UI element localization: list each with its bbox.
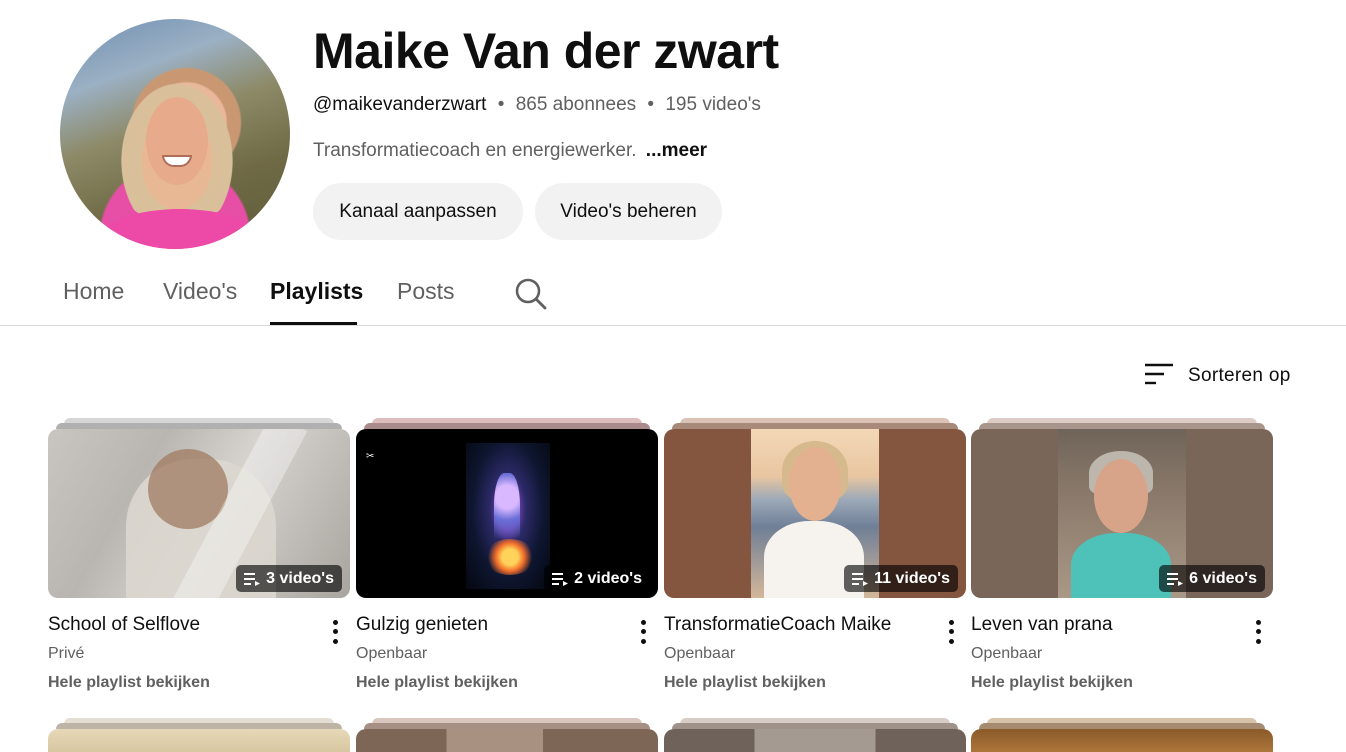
channel-avatar[interactable] (60, 19, 290, 249)
video-count-badge: 3 video's (236, 565, 342, 592)
playlist-card[interactable]: ✂ 2 video's Gulzig genieten Openbaar Hel… (356, 418, 658, 708)
playlist-thumbnail[interactable] (356, 729, 658, 752)
tab-posts[interactable]: Posts (397, 278, 455, 305)
playlist-thumbnail[interactable] (664, 729, 966, 752)
video-count-badge: 2 video's (544, 565, 650, 592)
playlist-icon (852, 572, 869, 586)
more-options-icon[interactable] (1251, 618, 1265, 646)
video-count-badge: 11 video's (844, 565, 958, 592)
channel-description: Transformatiecoach en energiewerker. ...… (313, 140, 707, 162)
playlist-icon (552, 572, 569, 586)
more-options-icon[interactable] (328, 618, 342, 646)
playlist-title[interactable]: Leven van prana (971, 614, 1113, 636)
manage-videos-button[interactable]: Video's beheren (535, 183, 722, 240)
playlist-visibility: Openbaar (664, 645, 736, 662)
tab-playlists[interactable]: Playlists (270, 278, 363, 305)
sort-button[interactable]: Sorteren op (1144, 362, 1291, 390)
sort-icon (1144, 362, 1174, 391)
playlist-card-partial[interactable] (664, 718, 966, 752)
playlist-card-partial[interactable] (971, 718, 1273, 752)
sort-label: Sorteren op (1188, 365, 1291, 386)
playlist-title[interactable]: School of Selflove (48, 614, 200, 636)
playlist-visibility: Openbaar (356, 645, 428, 662)
channel-meta: @maikevanderzwart • 865 abonnees • 195 v… (313, 94, 761, 116)
search-icon[interactable] (514, 277, 548, 311)
playlist-thumbnail[interactable]: 11 video's (664, 429, 966, 598)
playlist-card-partial[interactable] (356, 718, 658, 752)
channel-handle: @maikevanderzwart (313, 94, 487, 115)
playlist-icon (244, 572, 261, 586)
meta-separator: • (647, 94, 655, 115)
description-text: Transformatiecoach en energiewerker. (313, 140, 637, 161)
playlist-thumbnail[interactable] (971, 729, 1273, 752)
subscriber-count: 865 abonnees (515, 94, 637, 115)
playlist-title[interactable]: Gulzig genieten (356, 614, 488, 636)
playlist-thumbnail[interactable]: 6 video's (971, 429, 1273, 598)
channel-tabs: Home Video's Playlists Posts (0, 264, 1346, 326)
tab-home[interactable]: Home (63, 278, 124, 305)
more-link[interactable]: ...meer (646, 140, 707, 161)
playlist-title[interactable]: TransformatieCoach Maike (664, 614, 891, 636)
view-full-playlist-link[interactable]: Hele playlist bekijken (971, 674, 1133, 692)
playlist-thumbnail[interactable]: 3 video's (48, 429, 350, 598)
playlist-card[interactable]: 3 video's School of Selflove Privé Hele … (48, 418, 350, 708)
playlist-thumbnail[interactable] (48, 729, 350, 752)
playlist-visibility: Openbaar (971, 645, 1043, 662)
playlist-visibility: Privé (48, 645, 85, 662)
video-count-badge: 6 video's (1159, 565, 1265, 592)
edit-channel-button[interactable]: Kanaal aanpassen (313, 183, 523, 240)
playlist-card[interactable]: 6 video's Leven van prana Openbaar Hele … (971, 418, 1273, 708)
more-options-icon[interactable] (636, 618, 650, 646)
meta-separator: • (497, 94, 505, 115)
view-full-playlist-link[interactable]: Hele playlist bekijken (356, 674, 518, 692)
playlist-thumbnail[interactable]: ✂ 2 video's (356, 429, 658, 598)
playlist-card[interactable]: 11 video's TransformatieCoach Maike Open… (664, 418, 966, 708)
view-full-playlist-link[interactable]: Hele playlist bekijken (48, 674, 210, 692)
playlist-icon (1167, 572, 1184, 586)
playlist-card-partial[interactable] (48, 718, 350, 752)
view-full-playlist-link[interactable]: Hele playlist bekijken (664, 674, 826, 692)
active-tab-indicator (270, 322, 357, 325)
tab-videos[interactable]: Video's (163, 278, 237, 305)
video-count: 195 video's (665, 94, 761, 115)
more-options-icon[interactable] (944, 618, 958, 646)
channel-name: Maike Van der zwart (313, 23, 779, 79)
